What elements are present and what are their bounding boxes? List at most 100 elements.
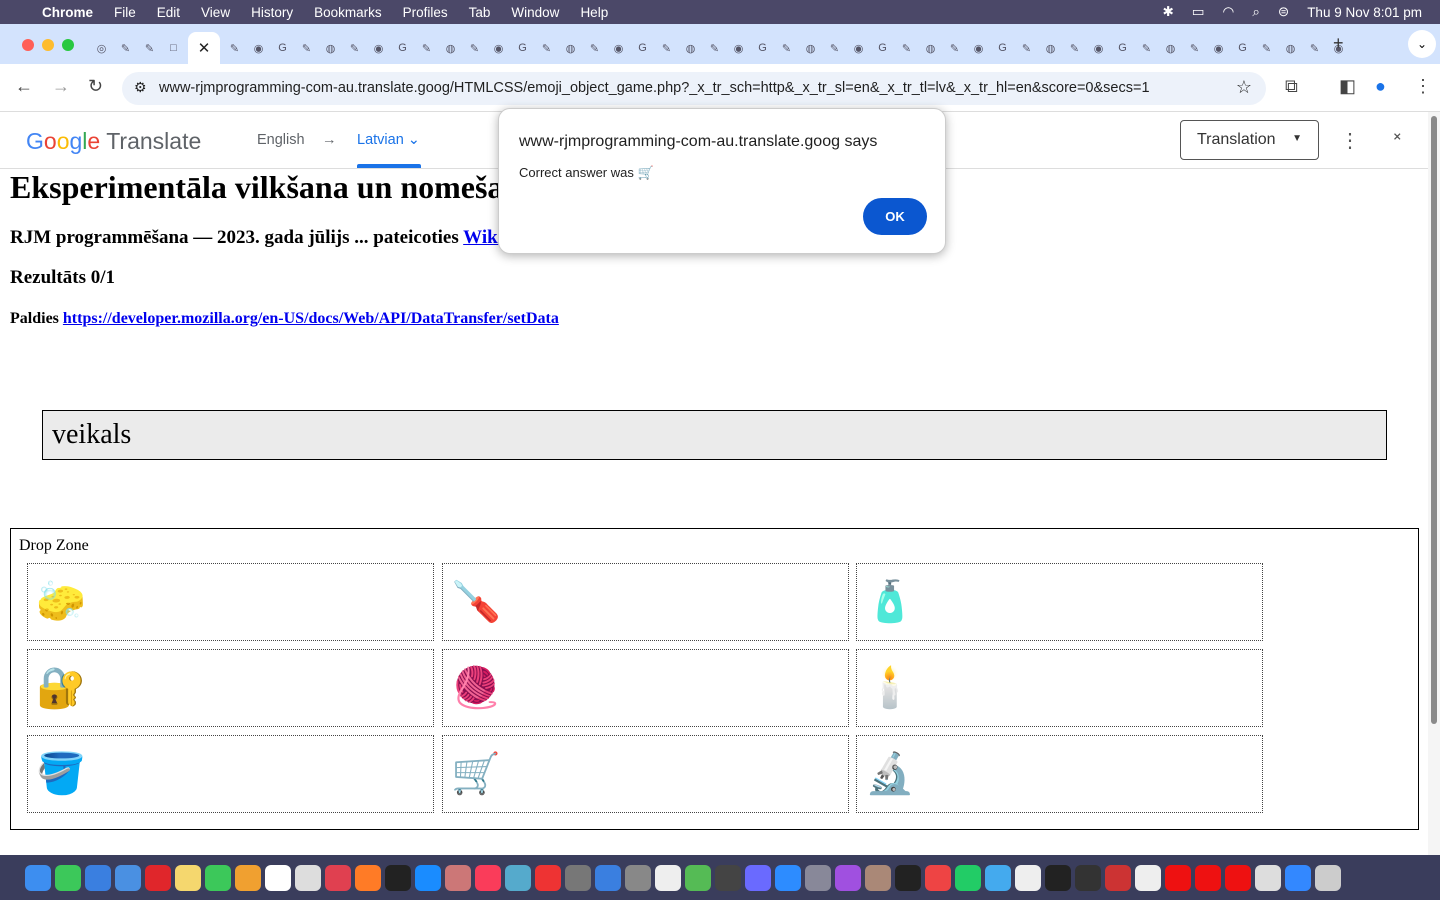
dock-app-icon[interactable]	[565, 864, 591, 891]
ok-button[interactable]: OK	[863, 198, 927, 235]
dock-app-icon[interactable]	[295, 864, 321, 891]
menu-edit[interactable]: Edit	[157, 5, 180, 20]
site-info-icon[interactable]: ⚙	[134, 79, 147, 96]
profile-avatar-icon[interactable]: ●	[1375, 76, 1386, 97]
tab-favicon[interactable]: ◉	[969, 36, 988, 60]
dock-app-icon[interactable]	[325, 864, 351, 891]
tab-favicon[interactable]: ◉	[609, 36, 628, 60]
emoji-cell-yarn[interactable]: 🧶	[442, 649, 849, 727]
dock-app-icon[interactable]	[865, 864, 891, 891]
chrome-menu-icon[interactable]: ⋮	[1414, 76, 1432, 97]
dock-app-icon[interactable]	[475, 864, 501, 891]
tab-favicon[interactable]: G	[873, 36, 892, 60]
menu-window[interactable]: Window	[511, 5, 559, 20]
close-window-button[interactable]	[22, 39, 34, 51]
dock-app-icon[interactable]	[1315, 864, 1341, 891]
dock-app-icon[interactable]	[1285, 864, 1311, 891]
dock-app-icon[interactable]	[775, 864, 801, 891]
tab-favicon[interactable]: ✎	[1305, 36, 1324, 60]
more-options-icon[interactable]: ⋮	[1340, 128, 1360, 153]
emoji-cell-microscope[interactable]: 🔬	[856, 735, 1263, 813]
menu-file[interactable]: File	[114, 5, 136, 20]
dock-app-icon[interactable]	[55, 864, 81, 891]
menu-profiles[interactable]: Profiles	[403, 5, 448, 20]
dock-app-icon[interactable]	[85, 864, 111, 891]
tab-favicon[interactable]: ◍	[1161, 36, 1180, 60]
bluetooth-icon[interactable]: ✱	[1162, 4, 1173, 20]
menu-app-name[interactable]: Chrome	[42, 5, 93, 20]
address-bar[interactable]: ⚙ www-rjmprogramming-com-au.translate.go…	[122, 72, 1266, 105]
url-text[interactable]: www-rjmprogramming-com-au.translate.goog…	[159, 80, 1150, 96]
dock-app-icon[interactable]	[625, 864, 651, 891]
tab-favicon[interactable]: G	[273, 36, 292, 60]
dock-app-icon[interactable]	[1015, 864, 1041, 891]
dock-app-icon[interactable]	[655, 864, 681, 891]
tab-favicon[interactable]: ◍	[921, 36, 940, 60]
side-panel-icon[interactable]: ◧	[1339, 76, 1356, 97]
tab-favicon[interactable]: ✎	[140, 36, 159, 60]
tab-favicon[interactable]: □	[164, 36, 183, 60]
tab-favicon[interactable]: ◉	[369, 36, 388, 60]
back-icon[interactable]: ←	[15, 76, 33, 97]
scrollbar-thumb[interactable]	[1431, 116, 1437, 724]
battery-icon[interactable]: ▭	[1192, 4, 1205, 20]
tab-favicon[interactable]: ✎	[585, 36, 604, 60]
tab-favicon[interactable]: G	[393, 36, 412, 60]
dock-app-icon[interactable]	[1105, 864, 1131, 891]
tab-favicon[interactable]: ◍	[1041, 36, 1060, 60]
dock-app-icon[interactable]	[715, 864, 741, 891]
tab-search-chevron-icon[interactable]: ⌄	[1408, 30, 1436, 58]
emoji-cell-lotion[interactable]: 🧴	[856, 563, 1263, 641]
tab-favicon[interactable]: ✎	[417, 36, 436, 60]
emoji-cell-lock-key[interactable]: 🔐	[27, 649, 434, 727]
dock-app-icon[interactable]	[1075, 864, 1101, 891]
tab-favicon[interactable]: ◉	[249, 36, 268, 60]
tab-favicon[interactable]: G	[1113, 36, 1132, 60]
dock-app-icon[interactable]	[1165, 864, 1191, 891]
tab-favicon[interactable]: ✎	[945, 36, 964, 60]
tab-favicon[interactable]: ◍	[801, 36, 820, 60]
dock-app-icon[interactable]	[175, 864, 201, 891]
dock-app-icon[interactable]	[205, 864, 231, 891]
menu-help[interactable]: Help	[580, 5, 608, 20]
translation-mode-select[interactable]: Translation ▼	[1180, 120, 1319, 160]
mdn-link[interactable]: https://developer.mozilla.org/en-US/docs…	[63, 310, 559, 327]
tab-favicon[interactable]: ✎	[225, 36, 244, 60]
tab-favicon[interactable]: G	[753, 36, 772, 60]
collapse-icon[interactable]: ⌄ ⌃	[1391, 125, 1404, 150]
source-language[interactable]: English	[257, 132, 305, 148]
minimize-window-button[interactable]	[42, 39, 54, 51]
tab-favicon[interactable]: ◍	[681, 36, 700, 60]
tab-favicon[interactable]: ◉	[849, 36, 868, 60]
dock-app-icon[interactable]	[235, 864, 261, 891]
reload-icon[interactable]: ↻	[88, 76, 103, 97]
tab-favicon[interactable]: ✎	[537, 36, 556, 60]
dock-app-icon[interactable]	[355, 864, 381, 891]
emoji-cell-cart[interactable]: 🛒	[442, 735, 849, 813]
forward-icon[interactable]: →	[52, 76, 70, 97]
tab-favicon[interactable]: ◎	[92, 36, 111, 60]
tab-favicon[interactable]: ◍	[321, 36, 340, 60]
dock-app-icon[interactable]	[985, 864, 1011, 891]
tab-favicon[interactable]: ◉	[1209, 36, 1228, 60]
menu-view[interactable]: View	[201, 5, 230, 20]
active-tab[interactable]: ✕	[188, 32, 220, 64]
wifi-icon[interactable]: ◠	[1223, 4, 1235, 20]
zoom-window-button[interactable]	[62, 39, 74, 51]
tab-favicon[interactable]: ◍	[441, 36, 460, 60]
tab-favicon[interactable]: ✎	[825, 36, 844, 60]
tab-favicon[interactable]: ◉	[489, 36, 508, 60]
tab-favicon[interactable]: G	[633, 36, 652, 60]
emoji-cell-sponge[interactable]: 🧽	[27, 563, 434, 641]
tab-favicon[interactable]: ✎	[345, 36, 364, 60]
spotlight-icon[interactable]: ⌕	[1252, 4, 1260, 20]
dock-app-icon[interactable]	[385, 864, 411, 891]
dock-app-icon[interactable]	[445, 864, 471, 891]
dock-app-icon[interactable]	[805, 864, 831, 891]
tab-favicon[interactable]: ◍	[1281, 36, 1300, 60]
menu-history[interactable]: History	[251, 5, 293, 20]
tab-favicon[interactable]: ◍	[561, 36, 580, 60]
dock-app-icon[interactable]	[535, 864, 561, 891]
tab-favicon[interactable]: ✎	[1257, 36, 1276, 60]
tab-favicon[interactable]: ✎	[465, 36, 484, 60]
